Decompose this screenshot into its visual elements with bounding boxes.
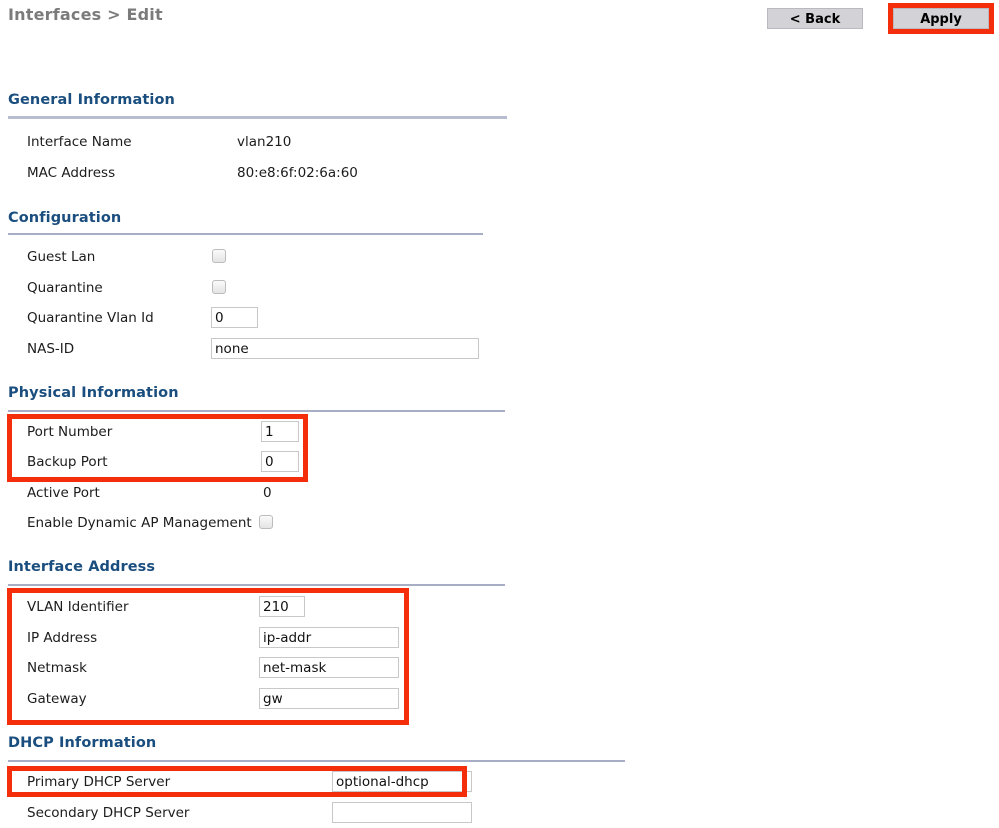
label-quarantine: Quarantine [27,280,103,296]
section-title-interface-address: Interface Address [8,559,156,575]
label-backup-port: Backup Port [27,454,108,470]
back-button[interactable]: < Back [767,8,863,29]
label-mac-address: MAC Address [27,165,116,181]
input-netmask[interactable] [259,657,399,678]
input-backup-port[interactable] [261,451,299,472]
section-divider-interface-address [8,584,505,586]
label-guest-lan: Guest Lan [27,249,96,265]
input-vlan-identifier[interactable] [259,596,305,617]
section-title-general-information: General Information [8,92,175,108]
label-interface-name: Interface Name [27,134,132,150]
label-port-number: Port Number [27,424,113,440]
label-nas-id: NAS-ID [27,341,75,357]
checkbox-guest-lan[interactable] [212,249,226,263]
input-secondary-dhcp-server[interactable] [332,802,472,823]
value-active-port: 0 [263,485,272,501]
section-divider-configuration [8,233,483,235]
value-mac-address: 80:e8:6f:02:6a:60 [237,165,358,181]
input-primary-dhcp-server[interactable] [332,771,472,792]
label-enable-dynamic-ap-management: Enable Dynamic AP Management [27,515,252,531]
label-quarantine-vlan-id: Quarantine Vlan Id [27,310,154,326]
section-title-physical-information: Physical Information [8,385,179,401]
value-interface-name: vlan210 [237,134,292,150]
input-ip-address[interactable] [259,627,399,648]
label-gateway: Gateway [27,691,87,707]
section-divider-physical-information [8,410,505,412]
label-vlan-identifier: VLAN Identifier [27,599,129,615]
input-nas-id[interactable] [211,338,479,359]
input-quarantine-vlan-id[interactable] [211,307,258,328]
checkbox-quarantine[interactable] [212,280,226,294]
section-title-configuration: Configuration [8,210,122,226]
label-ip-address: IP Address [27,630,98,646]
apply-button[interactable]: Apply [893,8,989,29]
label-active-port: Active Port [27,485,100,501]
label-secondary-dhcp-server: Secondary DHCP Server [27,805,190,821]
checkbox-enable-dynamic-ap-management[interactable] [259,515,273,529]
label-primary-dhcp-server: Primary DHCP Server [27,774,171,790]
input-gateway[interactable] [259,688,399,709]
label-netmask: Netmask [27,660,87,676]
breadcrumb: Interfaces > Edit [8,5,163,24]
section-title-dhcp-information: DHCP Information [8,735,157,751]
section-divider-dhcp-information [8,760,625,762]
section-divider-general-information [8,116,507,119]
input-port-number[interactable] [261,421,299,442]
